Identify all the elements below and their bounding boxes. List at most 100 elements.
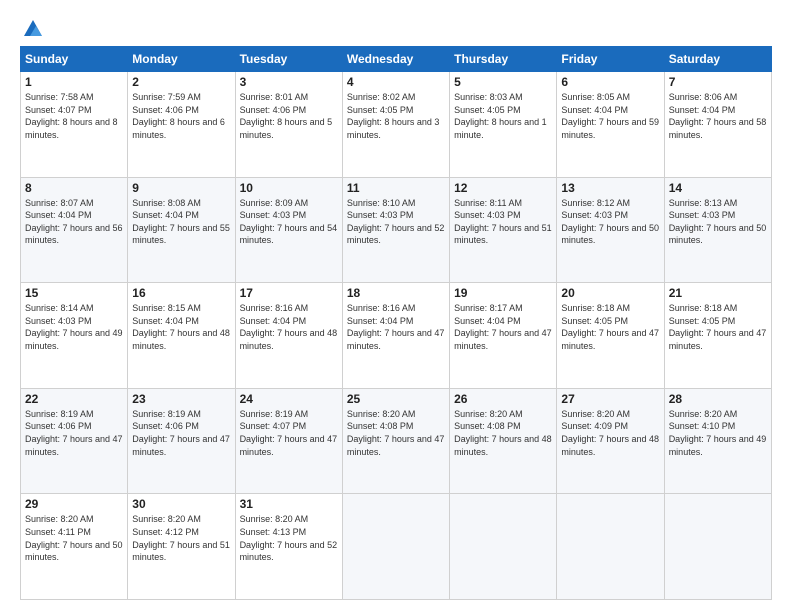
col-thursday: Thursday — [450, 47, 557, 72]
day-info: Sunrise: 8:20 AM Sunset: 4:12 PM Dayligh… — [132, 513, 230, 563]
calendar-cell — [450, 494, 557, 600]
sunrise-text: Sunrise: 8:18 AM — [669, 303, 738, 313]
sunset-text: Sunset: 4:08 PM — [347, 421, 414, 431]
daylight-text: Daylight: 7 hours and 50 minutes. — [25, 540, 123, 563]
sunrise-text: Sunrise: 8:20 AM — [561, 409, 630, 419]
daylight-text: Daylight: 7 hours and 59 minutes. — [561, 117, 659, 140]
day-number: 8 — [25, 181, 123, 195]
daylight-text: Daylight: 8 hours and 6 minutes. — [132, 117, 225, 140]
sunset-text: Sunset: 4:05 PM — [561, 316, 628, 326]
day-number: 28 — [669, 392, 767, 406]
daylight-text: Daylight: 8 hours and 3 minutes. — [347, 117, 440, 140]
sunrise-text: Sunrise: 8:19 AM — [25, 409, 94, 419]
daylight-text: Daylight: 7 hours and 47 minutes. — [454, 328, 552, 351]
daylight-text: Daylight: 8 hours and 8 minutes. — [25, 117, 118, 140]
daylight-text: Daylight: 7 hours and 47 minutes. — [25, 434, 123, 457]
daylight-text: Daylight: 7 hours and 47 minutes. — [347, 328, 445, 351]
day-info: Sunrise: 8:06 AM Sunset: 4:04 PM Dayligh… — [669, 91, 767, 141]
sunrise-text: Sunrise: 8:17 AM — [454, 303, 523, 313]
sunrise-text: Sunrise: 8:08 AM — [132, 198, 201, 208]
sunset-text: Sunset: 4:05 PM — [347, 105, 414, 115]
sunrise-text: Sunrise: 8:14 AM — [25, 303, 94, 313]
day-number: 10 — [240, 181, 338, 195]
sunrise-text: Sunrise: 8:20 AM — [347, 409, 416, 419]
day-info: Sunrise: 7:59 AM Sunset: 4:06 PM Dayligh… — [132, 91, 230, 141]
daylight-text: Daylight: 7 hours and 49 minutes. — [669, 434, 767, 457]
sunrise-text: Sunrise: 7:59 AM — [132, 92, 201, 102]
sunrise-text: Sunrise: 8:20 AM — [25, 514, 94, 524]
sunset-text: Sunset: 4:04 PM — [132, 316, 199, 326]
sunrise-text: Sunrise: 8:02 AM — [347, 92, 416, 102]
sunrise-text: Sunrise: 8:19 AM — [240, 409, 309, 419]
daylight-text: Daylight: 7 hours and 56 minutes. — [25, 223, 123, 246]
day-number: 11 — [347, 181, 445, 195]
day-info: Sunrise: 8:14 AM Sunset: 4:03 PM Dayligh… — [25, 302, 123, 352]
sunrise-text: Sunrise: 8:16 AM — [347, 303, 416, 313]
sunset-text: Sunset: 4:07 PM — [25, 105, 92, 115]
sunrise-text: Sunrise: 8:20 AM — [669, 409, 738, 419]
calendar-cell: 30 Sunrise: 8:20 AM Sunset: 4:12 PM Dayl… — [128, 494, 235, 600]
day-number: 5 — [454, 75, 552, 89]
day-info: Sunrise: 8:07 AM Sunset: 4:04 PM Dayligh… — [25, 197, 123, 247]
logo-icon — [22, 18, 44, 40]
day-number: 15 — [25, 286, 123, 300]
day-number: 14 — [669, 181, 767, 195]
sunset-text: Sunset: 4:05 PM — [454, 105, 521, 115]
calendar-week-row: 22 Sunrise: 8:19 AM Sunset: 4:06 PM Dayl… — [21, 388, 772, 494]
sunset-text: Sunset: 4:04 PM — [132, 210, 199, 220]
day-info: Sunrise: 8:19 AM Sunset: 4:06 PM Dayligh… — [25, 408, 123, 458]
page: Sunday Monday Tuesday Wednesday Thursday… — [0, 0, 792, 612]
calendar-cell: 7 Sunrise: 8:06 AM Sunset: 4:04 PM Dayli… — [664, 72, 771, 178]
sunset-text: Sunset: 4:04 PM — [669, 105, 736, 115]
calendar-cell: 28 Sunrise: 8:20 AM Sunset: 4:10 PM Dayl… — [664, 388, 771, 494]
day-number: 22 — [25, 392, 123, 406]
daylight-text: Daylight: 7 hours and 54 minutes. — [240, 223, 338, 246]
calendar-week-row: 8 Sunrise: 8:07 AM Sunset: 4:04 PM Dayli… — [21, 177, 772, 283]
sunrise-text: Sunrise: 7:58 AM — [25, 92, 94, 102]
sunset-text: Sunset: 4:06 PM — [240, 105, 307, 115]
day-number: 3 — [240, 75, 338, 89]
day-info: Sunrise: 8:11 AM Sunset: 4:03 PM Dayligh… — [454, 197, 552, 247]
daylight-text: Daylight: 7 hours and 50 minutes. — [561, 223, 659, 246]
daylight-text: Daylight: 7 hours and 55 minutes. — [132, 223, 230, 246]
day-info: Sunrise: 8:19 AM Sunset: 4:07 PM Dayligh… — [240, 408, 338, 458]
sunset-text: Sunset: 4:03 PM — [25, 316, 92, 326]
day-info: Sunrise: 8:20 AM Sunset: 4:11 PM Dayligh… — [25, 513, 123, 563]
calendar-cell — [342, 494, 449, 600]
calendar-cell: 14 Sunrise: 8:13 AM Sunset: 4:03 PM Dayl… — [664, 177, 771, 283]
sunset-text: Sunset: 4:06 PM — [132, 105, 199, 115]
daylight-text: Daylight: 7 hours and 47 minutes. — [240, 434, 338, 457]
calendar-cell: 13 Sunrise: 8:12 AM Sunset: 4:03 PM Dayl… — [557, 177, 664, 283]
calendar-cell: 5 Sunrise: 8:03 AM Sunset: 4:05 PM Dayli… — [450, 72, 557, 178]
sunrise-text: Sunrise: 8:05 AM — [561, 92, 630, 102]
calendar-cell: 4 Sunrise: 8:02 AM Sunset: 4:05 PM Dayli… — [342, 72, 449, 178]
calendar-table: Sunday Monday Tuesday Wednesday Thursday… — [20, 46, 772, 600]
day-number: 13 — [561, 181, 659, 195]
header — [20, 18, 772, 40]
sunset-text: Sunset: 4:08 PM — [454, 421, 521, 431]
day-info: Sunrise: 8:19 AM Sunset: 4:06 PM Dayligh… — [132, 408, 230, 458]
sunset-text: Sunset: 4:03 PM — [561, 210, 628, 220]
day-number: 17 — [240, 286, 338, 300]
day-info: Sunrise: 8:20 AM Sunset: 4:10 PM Dayligh… — [669, 408, 767, 458]
daylight-text: Daylight: 7 hours and 47 minutes. — [669, 328, 767, 351]
day-info: Sunrise: 8:15 AM Sunset: 4:04 PM Dayligh… — [132, 302, 230, 352]
daylight-text: Daylight: 7 hours and 51 minutes. — [454, 223, 552, 246]
calendar-cell: 3 Sunrise: 8:01 AM Sunset: 4:06 PM Dayli… — [235, 72, 342, 178]
daylight-text: Daylight: 7 hours and 48 minutes. — [561, 434, 659, 457]
sunset-text: Sunset: 4:03 PM — [669, 210, 736, 220]
daylight-text: Daylight: 7 hours and 51 minutes. — [132, 540, 230, 563]
calendar-cell: 26 Sunrise: 8:20 AM Sunset: 4:08 PM Dayl… — [450, 388, 557, 494]
calendar-cell: 15 Sunrise: 8:14 AM Sunset: 4:03 PM Dayl… — [21, 283, 128, 389]
col-wednesday: Wednesday — [342, 47, 449, 72]
day-number: 26 — [454, 392, 552, 406]
calendar-week-row: 15 Sunrise: 8:14 AM Sunset: 4:03 PM Dayl… — [21, 283, 772, 389]
daylight-text: Daylight: 7 hours and 48 minutes. — [132, 328, 230, 351]
day-number: 2 — [132, 75, 230, 89]
day-info: Sunrise: 8:18 AM Sunset: 4:05 PM Dayligh… — [669, 302, 767, 352]
col-tuesday: Tuesday — [235, 47, 342, 72]
day-info: Sunrise: 8:17 AM Sunset: 4:04 PM Dayligh… — [454, 302, 552, 352]
calendar-cell — [664, 494, 771, 600]
col-friday: Friday — [557, 47, 664, 72]
sunset-text: Sunset: 4:12 PM — [132, 527, 199, 537]
